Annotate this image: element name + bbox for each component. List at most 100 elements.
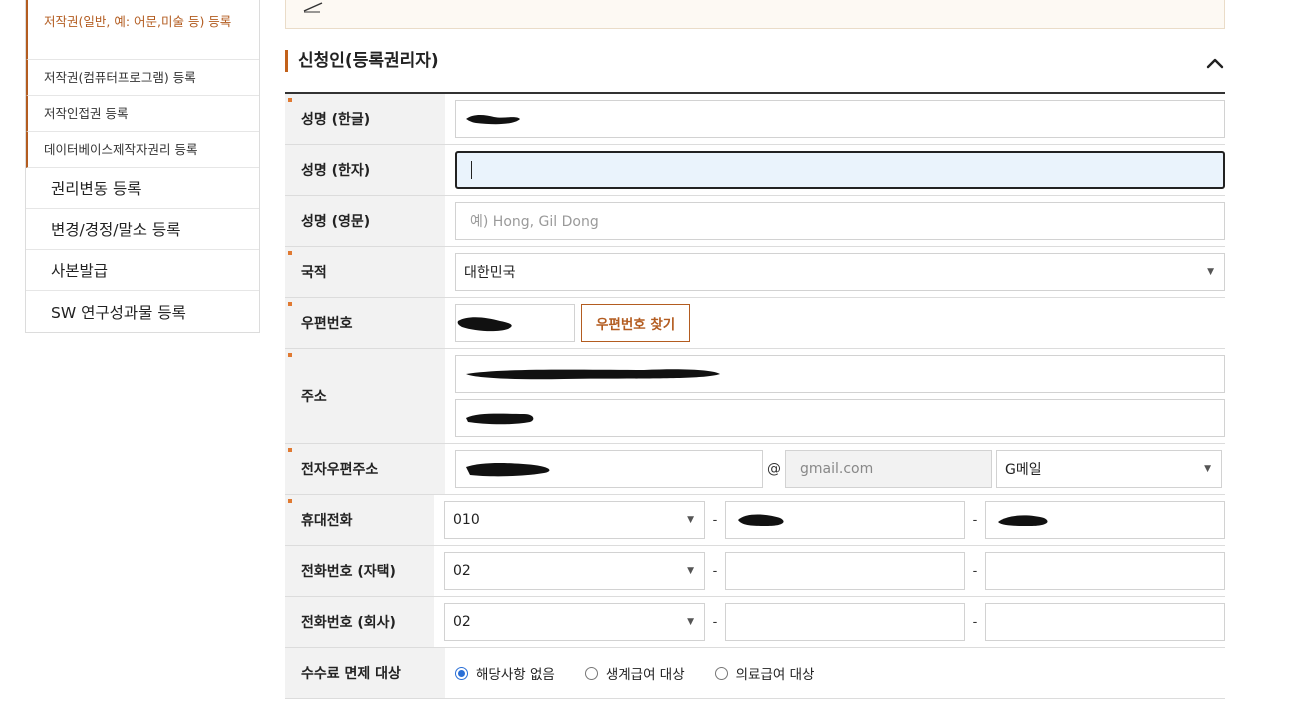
row-nationality: 국적 대한민국 ▼	[285, 247, 1225, 298]
row-name-en: 성명 (영문) 예) Hong, Gil Dong	[285, 196, 1225, 247]
mobile-label: 휴대전화	[285, 495, 434, 545]
radio-button[interactable]	[714, 666, 728, 680]
radio-button[interactable]	[584, 666, 598, 680]
radio-label: 해당사항 없음	[476, 667, 555, 683]
sidebar-item-label: 변경/경정/말소 등록	[51, 221, 181, 239]
phone-home-last-input[interactable]	[985, 552, 1225, 590]
section-title: 신청인(등록권리자)	[285, 50, 439, 72]
label-text: 우편번호	[301, 316, 353, 332]
sidebar-item-copy-issuance[interactable]: 사본발급	[26, 250, 259, 291]
notice-box	[285, 0, 1225, 29]
dropdown-arrow-icon: ▼	[1204, 464, 1211, 474]
redacted-scribble	[466, 413, 534, 425]
name-en-placeholder: 예) Hong, Gil Dong	[470, 214, 599, 230]
required-marker	[288, 353, 292, 357]
row-phone-work: 전화번호 (회사) 02 ▼ - -	[285, 597, 1225, 648]
redacted-scribble	[466, 369, 720, 380]
phone-home-prefix-value: 02	[453, 563, 471, 579]
label-text: 성명 (한글)	[301, 112, 371, 128]
name-en-input[interactable]: 예) Hong, Gil Dong	[455, 202, 1225, 240]
sidebar-item-copyright-program[interactable]: 저작권(컴퓨터프로그램) 등록	[26, 60, 259, 96]
fee-exempt-option-medical[interactable]: 의료급여 대상	[714, 663, 814, 683]
address-line2-input[interactable]	[455, 399, 1225, 437]
fee-exempt-label: 수수료 면제 대상	[285, 648, 445, 698]
required-marker	[288, 98, 292, 102]
name-hanja-input[interactable]	[455, 151, 1225, 189]
redacted-scribble	[998, 515, 1048, 526]
address-line1-input[interactable]	[455, 355, 1225, 393]
phone-home-label: 전화번호 (자택)	[285, 546, 434, 596]
zipcode-label: 우편번호	[285, 298, 445, 348]
fee-exempt-option-livelihood[interactable]: 생계급여 대상	[584, 663, 685, 683]
at-sign: @	[767, 461, 781, 477]
email-label: 전자우편주소	[285, 444, 445, 494]
phone-work-prefix-select[interactable]: 02 ▼	[444, 603, 705, 641]
label-text: 수수료 면제 대상	[301, 666, 401, 682]
phone-home-middle-input[interactable]	[725, 552, 965, 590]
email-domain-value: gmail.com	[800, 461, 874, 477]
name-kr-input[interactable]	[455, 100, 1225, 138]
sidebar-item-rights-transfer[interactable]: 권리변동 등록	[26, 168, 259, 209]
required-marker	[288, 499, 292, 503]
row-phone-home: 전화번호 (자택) 02 ▼ - -	[285, 546, 1225, 597]
label-text: 전자우편주소	[301, 462, 379, 478]
label-text: 성명 (한자)	[301, 163, 371, 179]
sidebar-item-copyright-general[interactable]: 저작권(일반, 예: 어문,미술 등) 등록	[26, 0, 259, 60]
phone-work-middle-input[interactable]	[725, 603, 965, 641]
email-id-input[interactable]	[455, 450, 763, 488]
sidebar-item-label: 저작권(일반, 예: 어문,미술 등) 등록	[44, 14, 232, 29]
applicant-form: 성명 (한글) 성명 (한자) 성명 (영문) 예) Hong, Gil Don…	[285, 92, 1225, 699]
address-label: 주소	[285, 349, 445, 443]
separator: -	[712, 614, 718, 630]
sidebar-item-neighboring-rights[interactable]: 저작인접권 등록	[26, 96, 259, 132]
required-marker	[288, 302, 292, 306]
name-kr-label: 성명 (한글)	[285, 94, 445, 144]
sidebar-item-label: 권리변동 등록	[51, 180, 142, 198]
row-mobile: 휴대전화 010 ▼ - -	[285, 495, 1225, 546]
email-domain-input[interactable]: gmail.com	[785, 450, 992, 488]
dropdown-arrow-icon: ▼	[687, 617, 694, 627]
row-address: 주소	[285, 349, 1225, 444]
row-email: 전자우편주소 @ gmail.com G메일 ▼	[285, 444, 1225, 495]
redacted-scribble	[738, 514, 784, 526]
required-marker	[288, 448, 292, 452]
sidebar-item-label: 저작인접권 등록	[44, 106, 129, 121]
sidebar-item-sw-research[interactable]: SW 연구성과물 등록	[26, 291, 259, 332]
redacted-scribble	[466, 115, 520, 125]
phone-home-prefix-select[interactable]: 02 ▼	[444, 552, 705, 590]
sidebar-item-label: 저작권(컴퓨터프로그램) 등록	[44, 70, 196, 85]
nationality-select[interactable]: 대한민국 ▼	[455, 253, 1225, 291]
sidebar-item-label: 데이터베이스제작자권리 등록	[44, 142, 198, 157]
radio-button[interactable]	[455, 666, 468, 680]
sidebar-item-change-correction[interactable]: 변경/경정/말소 등록	[26, 209, 259, 250]
separator: -	[712, 563, 718, 579]
chevron-up-icon[interactable]	[1203, 53, 1227, 73]
label-text: 휴대전화	[301, 513, 353, 529]
label-text: 전화번호 (회사)	[301, 615, 396, 631]
name-hanja-label: 성명 (한자)	[285, 145, 445, 195]
nationality-label: 국적	[285, 247, 445, 297]
phone-work-last-input[interactable]	[985, 603, 1225, 641]
mobile-prefix-select[interactable]: 010 ▼	[444, 501, 705, 539]
mobile-last-input[interactable]	[985, 501, 1225, 539]
text-caret	[471, 161, 472, 179]
dropdown-arrow-icon: ▼	[687, 515, 694, 525]
row-fee-exempt: 수수료 면제 대상 해당사항 없음 생계급여 대상 의료급여 대상	[285, 648, 1225, 699]
zipcode-input[interactable]	[455, 304, 575, 342]
radio-label: 생계급여 대상	[605, 667, 685, 683]
redacted-scribble	[457, 317, 512, 332]
email-provider-select[interactable]: G메일 ▼	[996, 450, 1222, 488]
label-text: 성명 (영문)	[301, 214, 371, 230]
name-en-label: 성명 (영문)	[285, 196, 445, 246]
dropdown-arrow-icon: ▼	[1207, 267, 1214, 277]
separator: -	[712, 512, 718, 528]
phone-work-prefix-value: 02	[453, 614, 471, 630]
label-text: 전화번호 (자택)	[301, 564, 396, 580]
mobile-middle-input[interactable]	[725, 501, 965, 539]
pen-icon	[303, 2, 323, 13]
label-text: 국적	[301, 265, 327, 281]
fee-exempt-option-none[interactable]: 해당사항 없음	[455, 663, 555, 683]
find-zipcode-button[interactable]: 우편번호 찾기	[581, 304, 691, 342]
mobile-prefix-value: 010	[453, 512, 480, 528]
sidebar-item-database-rights[interactable]: 데이터베이스제작자권리 등록	[26, 132, 259, 168]
